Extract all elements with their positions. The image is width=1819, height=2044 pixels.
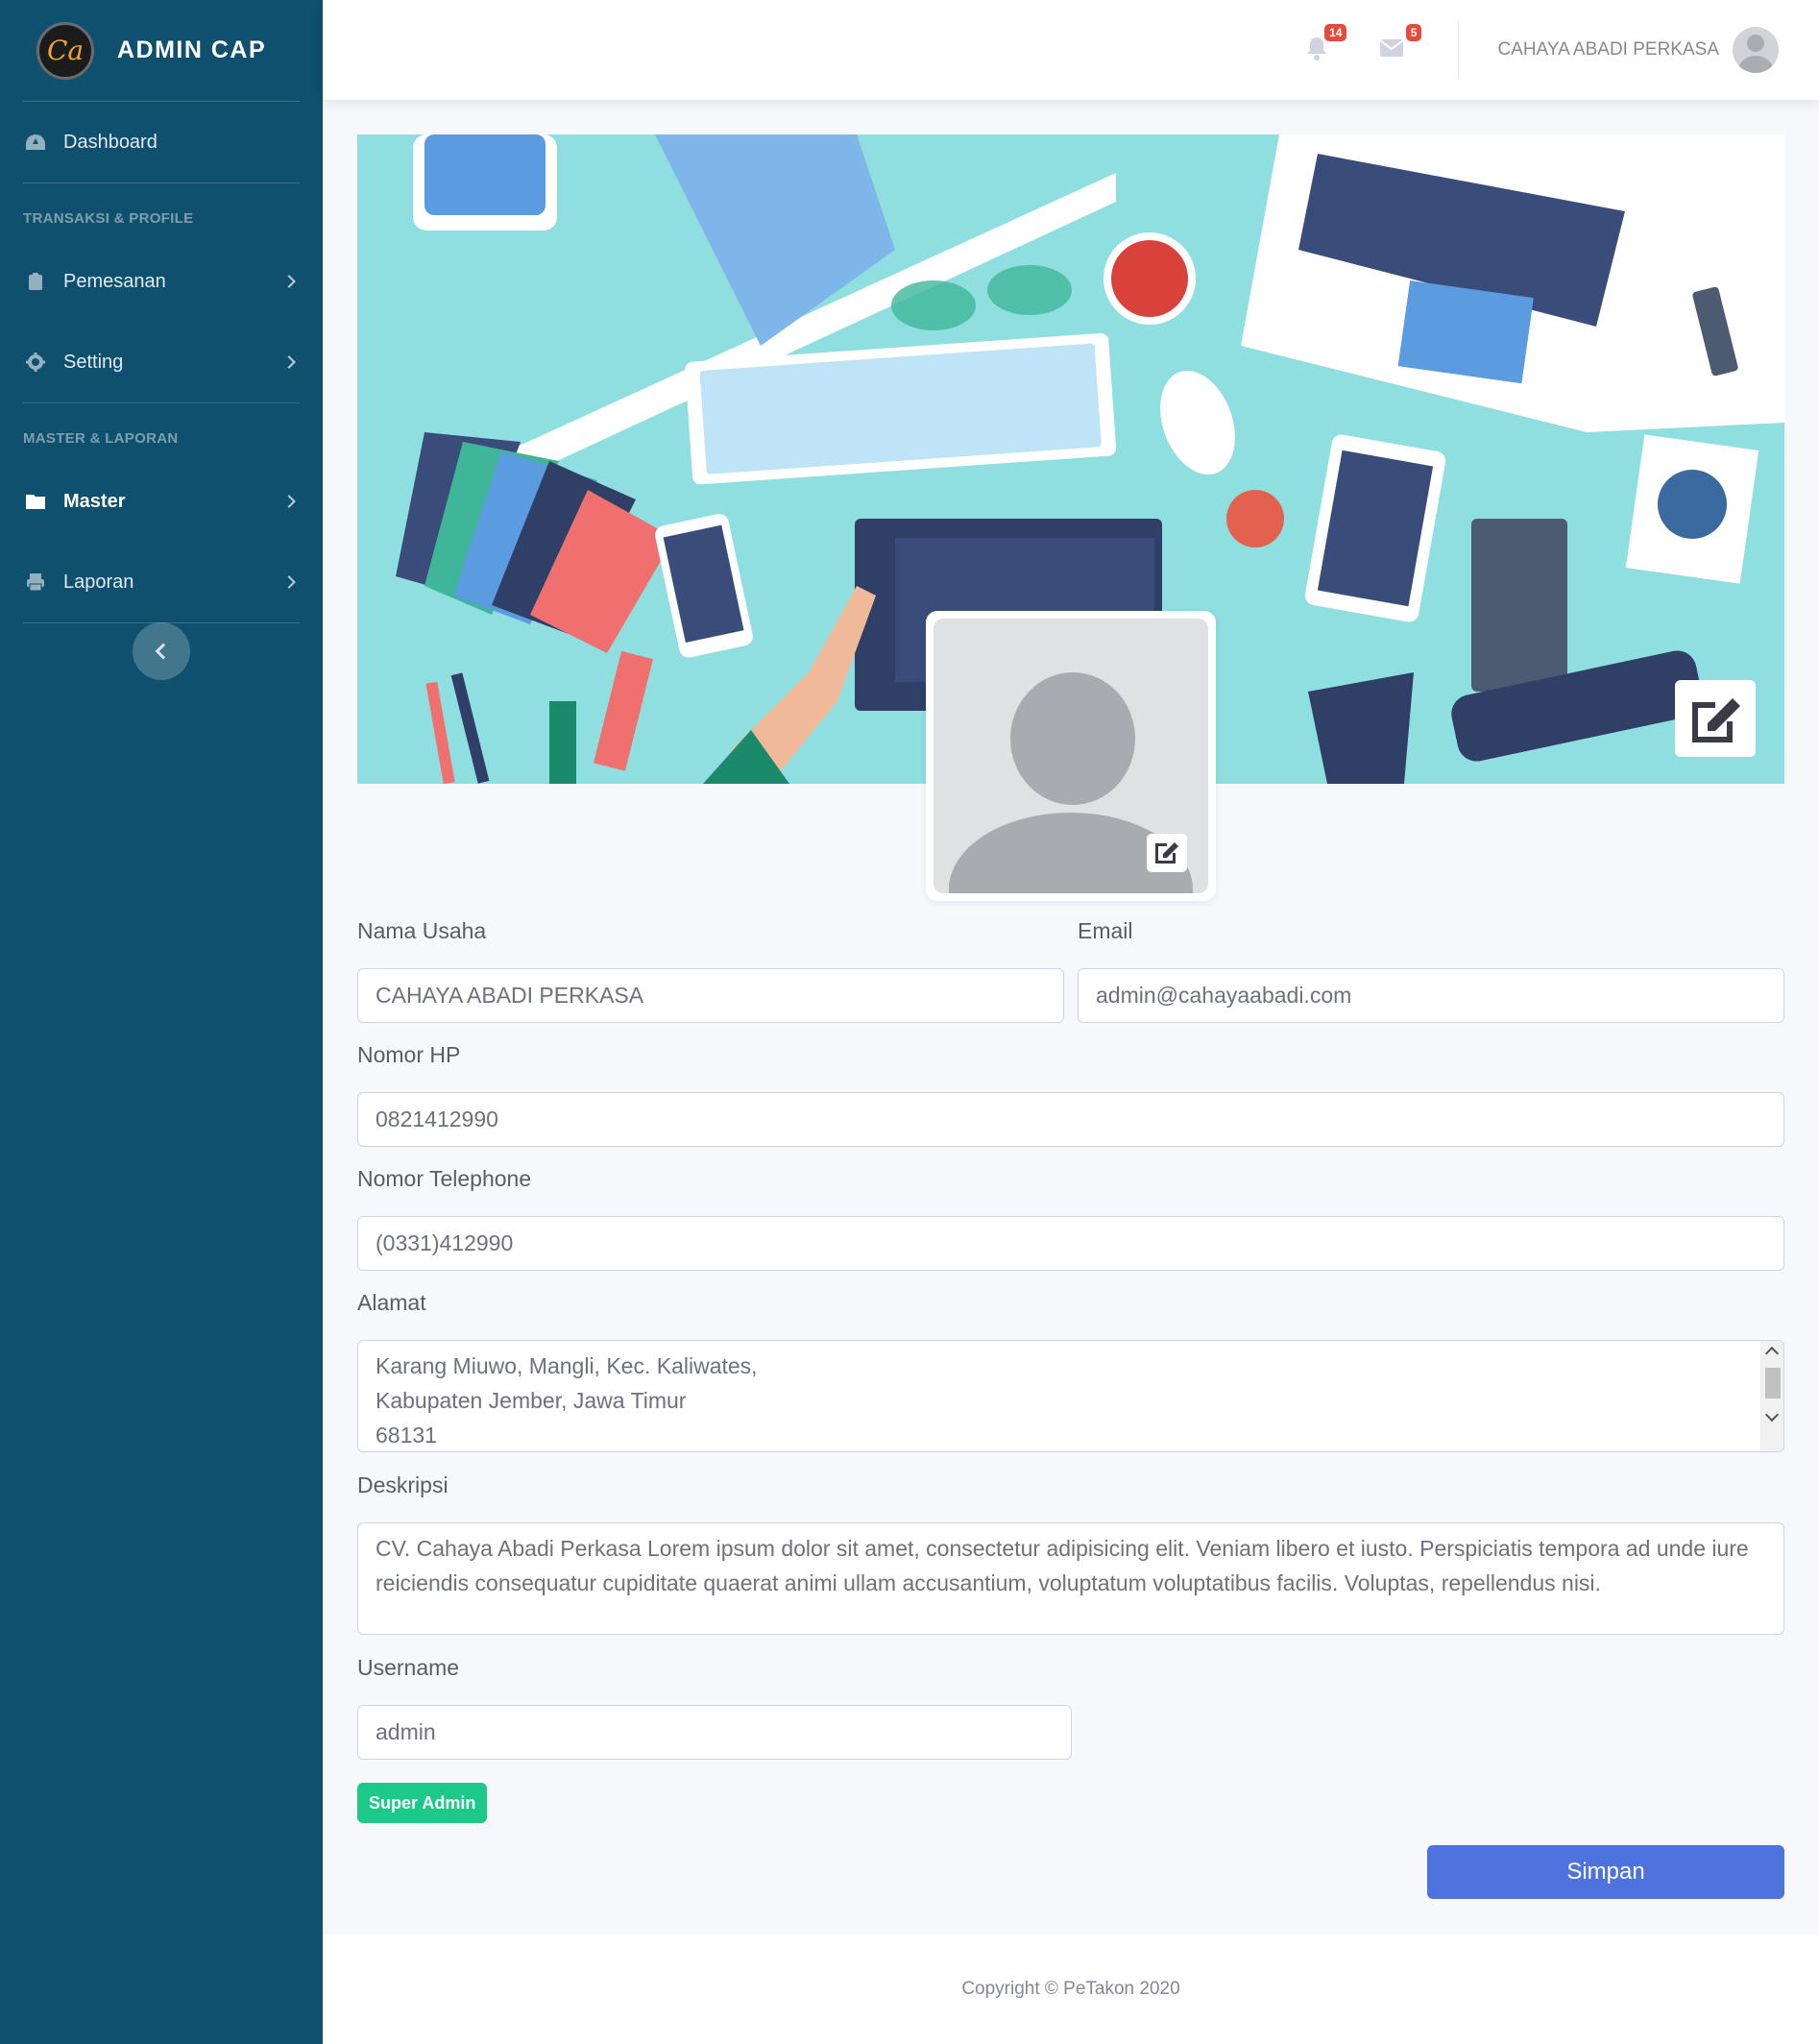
alamat-line: 68131 (376, 1423, 437, 1448)
messages-count-badge: 5 (1405, 24, 1422, 41)
sidebar-heading: MASTER & LAPORAN (23, 430, 179, 447)
nomor-telephone-label: Nomor Telephone (357, 1166, 532, 1191)
sidebar-item-label: Pemesanan (63, 270, 166, 292)
alerts-count-badge: 14 (1324, 24, 1347, 41)
chevron-right-icon (282, 575, 296, 589)
main-content: Nama Usaha Email CAHAYA ABADI PERKASA ad… (357, 134, 1784, 1899)
chevron-right-icon (282, 495, 296, 508)
profile-picture-edit-button[interactable] (1147, 834, 1187, 872)
nama-usaha-label: Nama Usaha (357, 918, 487, 943)
username-label: Username (357, 1655, 460, 1680)
sidebar-item-laporan[interactable]: Laporan (0, 542, 323, 622)
textarea-scrollbar[interactable] (1760, 1341, 1783, 1451)
brand[interactable]: Ca ADMIN CAP (0, 0, 323, 101)
gear-icon (25, 352, 46, 373)
role-badge: Super Admin (357, 1783, 488, 1823)
nama-usaha-input[interactable]: CAHAYA ABADI PERKASA (357, 968, 1064, 1023)
alamat-label: Alamat (357, 1290, 426, 1315)
copyright-text: Copyright © PeTakon 2020 (961, 1979, 1180, 1999)
tachometer-icon (25, 132, 46, 153)
envelope-icon (1379, 38, 1405, 62)
sidebar: Ca ADMIN CAP Dashboard TRANSAKSI & PROFI… (0, 0, 323, 2044)
sidebar-item-master[interactable]: Master (0, 461, 323, 542)
email-label: Email (1078, 918, 1133, 943)
chevron-right-icon (282, 355, 296, 369)
sidebar-toggle-button[interactable] (133, 622, 190, 680)
avatar-body (1738, 56, 1773, 73)
messages-button[interactable]: 5 (1377, 24, 1422, 64)
edit-icon (1153, 839, 1180, 868)
avatar-head (1747, 35, 1764, 52)
topbar: 14 5 CAHAYA ABADI PERKASA (323, 0, 1819, 100)
banner-edit-button[interactable] (1675, 680, 1756, 757)
nomor-telephone-input[interactable]: (0331)412990 (357, 1216, 1784, 1271)
brand-name: ADMIN CAP (117, 36, 267, 63)
deskripsi-textarea[interactable]: CV. Cahaya Abadi Perkasa Lorem ipsum dol… (357, 1522, 1784, 1635)
sidebar-item-label: Master (63, 490, 126, 512)
scrollbar-thumb[interactable] (1765, 1368, 1781, 1399)
alerts-button[interactable]: 14 (1302, 24, 1347, 64)
deskripsi-label: Deskripsi (357, 1472, 449, 1497)
sidebar-item-dashboard[interactable]: Dashboard (0, 102, 323, 182)
email-field[interactable]: admin@cahayaabadi.com (1078, 968, 1784, 1023)
profile-head (1010, 672, 1135, 805)
clipboard-icon (25, 271, 46, 292)
scroll-down-icon[interactable] (1764, 1407, 1780, 1423)
alamat-line: Karang Miuwo, Mangli, Kec. Kaliwates, (376, 1353, 758, 1378)
profile-picture (926, 611, 1216, 901)
nomor-hp-input[interactable]: 0821412990 (357, 1092, 1784, 1147)
footer: Copyright © PeTakon 2020 (323, 1934, 1819, 2044)
username-input[interactable]: admin (357, 1705, 1072, 1760)
sidebar-heading: TRANSAKSI & PROFILE (23, 210, 194, 227)
scroll-up-icon[interactable] (1764, 1346, 1780, 1361)
printer-icon (25, 572, 46, 593)
save-button[interactable]: Simpan (1427, 1845, 1784, 1899)
chevron-left-icon (155, 643, 172, 660)
sidebar-item-label: Laporan (63, 571, 134, 593)
sidebar-item-pemesanan[interactable]: Pemesanan (0, 241, 323, 322)
profile-placeholder (934, 619, 1208, 893)
edit-icon (1686, 693, 1744, 744)
sidebar-item-setting[interactable]: Setting (0, 322, 323, 402)
brand-logo: Ca (36, 21, 94, 80)
avatar[interactable] (1733, 27, 1779, 73)
nomor-hp-label: Nomor HP (357, 1042, 461, 1067)
folder-icon (25, 491, 46, 512)
alamat-line: Kabupaten Jember, Jawa Timur (376, 1388, 687, 1413)
chevron-right-icon (282, 275, 296, 288)
sidebar-item-label: Setting (63, 351, 124, 373)
alamat-textarea[interactable]: Karang Miuwo, Mangli, Kec. Kaliwates, Ka… (357, 1340, 1784, 1452)
user-name[interactable]: CAHAYA ABADI PERKASA (1497, 39, 1719, 61)
sidebar-item-label: Dashboard (63, 131, 158, 153)
topbar-divider (1458, 21, 1460, 79)
